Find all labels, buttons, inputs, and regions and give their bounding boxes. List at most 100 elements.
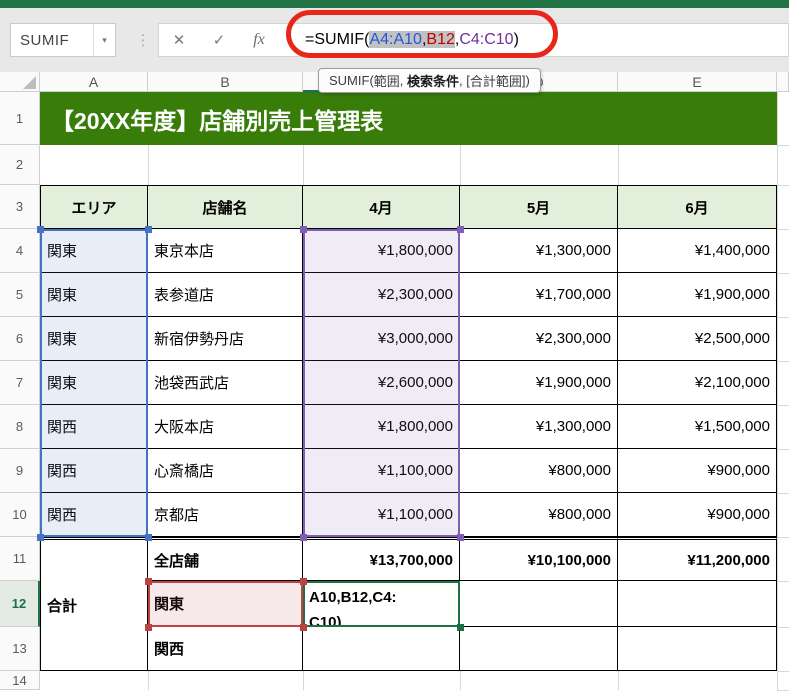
cell-april[interactable]: ¥1,800,000 (303, 229, 460, 273)
cell-june[interactable]: ¥900,000 (618, 493, 777, 537)
cell-april[interactable]: ¥1,800,000 (303, 405, 460, 449)
cell-area[interactable]: 関東 (40, 361, 148, 405)
cell-area[interactable]: 関東 (40, 317, 148, 361)
row-header-6[interactable]: 6 (0, 317, 40, 361)
cell-june[interactable]: ¥1,400,000 (618, 229, 777, 273)
cell-area[interactable]: 関西 (40, 405, 148, 449)
table-header-cell[interactable]: エリア (40, 185, 148, 229)
row-header-10[interactable]: 10 (0, 493, 40, 537)
cell-june[interactable]: ¥1,900,000 (618, 273, 777, 317)
tooltip-arg1: 範囲 (374, 71, 400, 90)
range-handle (300, 578, 307, 585)
cell-kanto-label[interactable]: 関東 (148, 581, 303, 627)
cell-kanto-june[interactable] (618, 581, 777, 627)
name-box-dropdown-icon[interactable]: ▾ (93, 24, 115, 56)
cell-total-june[interactable]: ¥11,200,000 (618, 537, 777, 581)
cell-store[interactable]: 東京本店 (148, 229, 303, 273)
cell-kanto-may[interactable] (460, 581, 618, 627)
cell-may[interactable]: ¥1,900,000 (460, 361, 618, 405)
row-header-14[interactable]: 14 (0, 671, 40, 690)
row-header-9[interactable]: 9 (0, 449, 40, 493)
cell-may[interactable]: ¥1,300,000 (460, 229, 618, 273)
select-all-triangle-icon (23, 76, 36, 89)
cell-kansai-label[interactable]: 関西 (148, 627, 303, 671)
gridline (148, 671, 149, 690)
cell-store[interactable]: 心斎橋店 (148, 449, 303, 493)
range-handle (145, 226, 152, 233)
column-header-a[interactable]: A (40, 72, 148, 92)
cell-store[interactable]: 表参道店 (148, 273, 303, 317)
range-handle (457, 624, 464, 631)
row-header-4[interactable]: 4 (0, 229, 40, 273)
excel-window: SUMIF ▾ ⋮ ✕ ✓ fx =SUMIF(A4:A10,B12,C4:C1… (0, 0, 789, 690)
editing-cell[interactable]: A10,B12,C4: C10) (303, 581, 460, 627)
cell-april[interactable]: ¥1,100,000 (303, 493, 460, 537)
formula-input[interactable]: =SUMIF(A4:A10,B12,C4:C10) (305, 31, 519, 49)
gridline (303, 671, 304, 690)
cell-june[interactable]: ¥2,500,000 (618, 317, 777, 361)
cell-june[interactable]: ¥1,500,000 (618, 405, 777, 449)
gridline (777, 405, 789, 406)
cell-kansai-april[interactable] (303, 627, 460, 671)
cancel-icon[interactable]: ✕ (159, 31, 199, 49)
cell-april[interactable]: ¥2,600,000 (303, 361, 460, 405)
cell-total-april[interactable]: ¥13,700,000 (303, 537, 460, 581)
column-header-partial[interactable] (777, 72, 789, 92)
row-header-2[interactable]: 2 (0, 145, 40, 185)
cell-may[interactable]: ¥800,000 (460, 493, 618, 537)
cell-kansai-may[interactable] (460, 627, 618, 671)
row-header-3[interactable]: 3 (0, 185, 40, 229)
cell-store[interactable]: 京都店 (148, 493, 303, 537)
table-header-cell[interactable]: 店舗名 (148, 185, 303, 229)
sheet-title-cell[interactable]: 【20XX年度】店舗別売上管理表 (40, 92, 777, 145)
cell-sum-label[interactable]: 合計 (40, 537, 148, 671)
cell-area[interactable]: 関西 (40, 493, 148, 537)
range-handle (300, 226, 307, 233)
column-header-b[interactable]: B (148, 72, 303, 92)
range-handle (37, 534, 44, 541)
row-header-8[interactable]: 8 (0, 405, 40, 449)
select-all-button[interactable] (0, 72, 40, 92)
cell-april[interactable]: ¥2,300,000 (303, 273, 460, 317)
gridline (777, 537, 789, 538)
formula-bar-separator-icon: ⋮ (136, 24, 150, 56)
name-box[interactable]: SUMIF ▾ (10, 23, 116, 57)
row-header-7[interactable]: 7 (0, 361, 40, 405)
cell-total-may[interactable]: ¥10,100,000 (460, 537, 618, 581)
row-header-13[interactable]: 13 (0, 627, 40, 671)
row-header-12[interactable]: 12 (0, 581, 40, 627)
cell-total-all-label[interactable]: 全店舗 (148, 537, 303, 581)
cell-may[interactable]: ¥800,000 (460, 449, 618, 493)
range-handle (300, 624, 307, 631)
range-handle (457, 226, 464, 233)
cell-store[interactable]: 大阪本店 (148, 405, 303, 449)
cell-april[interactable]: ¥3,000,000 (303, 317, 460, 361)
cell-area[interactable]: 関西 (40, 449, 148, 493)
cell-june[interactable]: ¥2,100,000 (618, 361, 777, 405)
column-header-e[interactable]: E (618, 72, 777, 92)
insert-function-icon[interactable]: fx (239, 31, 279, 49)
table-header-cell[interactable]: 4月 (303, 185, 460, 229)
cell-may[interactable]: ¥2,300,000 (460, 317, 618, 361)
table-header-cell[interactable]: 5月 (460, 185, 618, 229)
name-box-value: SUMIF (11, 32, 93, 49)
cell-area[interactable]: 関東 (40, 273, 148, 317)
cell-may[interactable]: ¥1,300,000 (460, 405, 618, 449)
formula-bar[interactable]: ✕ ✓ fx =SUMIF(A4:A10,B12,C4:C10) (158, 23, 789, 57)
cell-area[interactable]: 関東 (40, 229, 148, 273)
gridline (777, 581, 789, 582)
cell-store[interactable]: 新宿伊勢丹店 (148, 317, 303, 361)
row-header-5[interactable]: 5 (0, 273, 40, 317)
cell-april[interactable]: ¥1,100,000 (303, 449, 460, 493)
cell-kansai-june[interactable] (618, 627, 777, 671)
cell-june[interactable]: ¥900,000 (618, 449, 777, 493)
gridline (618, 671, 619, 690)
enter-icon[interactable]: ✓ (199, 31, 239, 49)
row-header-1[interactable]: 1 (0, 92, 40, 145)
gridline (777, 493, 789, 494)
row-header-11[interactable]: 11 (0, 537, 40, 581)
table-header-cell[interactable]: 6月 (618, 185, 777, 229)
gridline (777, 92, 778, 690)
cell-may[interactable]: ¥1,700,000 (460, 273, 618, 317)
cell-store[interactable]: 池袋西武店 (148, 361, 303, 405)
